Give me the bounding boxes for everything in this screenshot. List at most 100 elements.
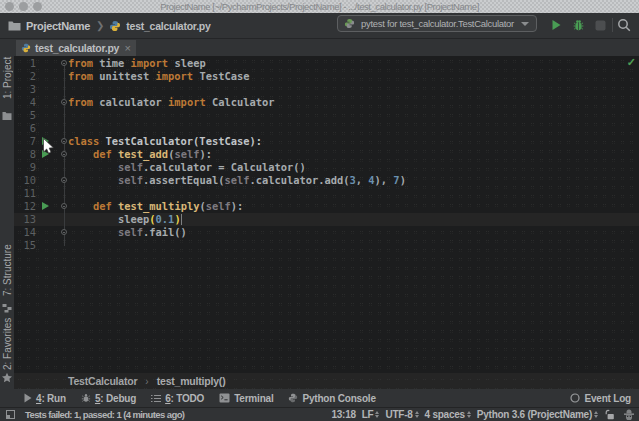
toolwindow-toggle-icon[interactable] [6,410,15,419]
run-test-icon-line-12[interactable] [42,202,49,210]
code-line-1: from time import sleep [68,57,406,70]
code-line-11 [68,187,406,200]
debug-toolwindow-icon [81,393,91,403]
line-number-8: 8 [14,148,36,161]
code-line-3 [68,83,406,96]
fold-marker-line-8[interactable] [61,151,67,157]
toolwindow-event-log[interactable]: Event Log [570,389,631,407]
bottom-toolwindow-bar: 4: Run 5: Debug 6: TODO Terminal Python … [0,389,639,407]
line-number-11: 11 [14,187,36,200]
breadcrumb-project[interactable]: ProjectName [26,20,90,32]
status-time: 13:18 [331,409,355,420]
fold-marker-line-10[interactable] [61,177,67,183]
line-number-1: 1 [14,57,36,70]
navigation-bar: ProjectName ❯ test_calculator.py [8,13,211,38]
python-file-icon [21,43,31,53]
fold-marker-line-4[interactable] [61,99,67,105]
code-area: from time import sleepfrom unittest impo… [68,57,406,252]
pytest-icon [344,18,355,29]
code-line-8: def test_add(self): [68,148,406,161]
favorites-star-icon[interactable] [1,372,13,384]
breadcrumb-method[interactable]: test_multiply() [157,375,226,387]
fold-marker-line-1[interactable] [61,60,67,66]
line-number-12: 12 [14,200,36,213]
updown-arrows-icon [415,411,419,418]
status-encoding[interactable]: UTF-8 [385,409,418,420]
breadcrumb-chevron-icon: › [145,376,148,387]
line-number-10: 10 [14,174,36,187]
inspection-ok-icon: ✓ [627,56,636,69]
status-interpreter[interactable]: Python 3.6 (ProjectName) [477,409,598,420]
code-line-9: self.calculator = Calculator() [68,161,406,174]
folder-icon [8,20,21,31]
tab-label: test_calculator.py [35,42,125,54]
breadcrumbs-bar: TestCalculator › test_multiply() [14,373,639,389]
tab-test-calculator[interactable]: test_calculator.py × [16,40,136,56]
run-toolwindow-icon [24,393,32,403]
status-line-ending[interactable]: LF [362,409,380,420]
left-toolwindow-stripe: 1: Project 7: Structure 2: Favorites [0,39,14,389]
toolwindow-structure[interactable]: 7: Structure [0,239,14,301]
tab-close-icon[interactable]: × [125,43,131,53]
breadcrumb-file[interactable]: test_calculator.py [126,20,210,32]
text-caret [181,214,182,225]
mouse-cursor [43,138,54,154]
line-number-2: 2 [14,70,36,83]
stop-button[interactable] [592,17,608,33]
todo-toolwindow-icon [151,394,161,403]
run-configuration-select[interactable]: pytest for test_calculator.TestCalculato… [337,15,537,32]
toolwindow-favorites[interactable]: 2: Favorites [0,317,14,371]
fold-marker-line-7[interactable] [61,138,67,144]
project-toolwindow-icon[interactable] [2,111,12,121]
python-file-icon [109,20,121,32]
line-number-3: 3 [14,83,36,96]
event-log-icon [570,393,580,403]
code-editor[interactable]: 123456789101112131415 from time import s… [14,56,639,373]
line-number-15: 15 [14,239,36,252]
inspection-profile-icon[interactable] [623,409,635,420]
status-indent[interactable]: 4 spaces [425,409,471,420]
toolwindow-python-console[interactable]: Python Console [288,393,375,404]
breadcrumb-class[interactable]: TestCalculator [68,375,137,387]
updown-arrows-icon [467,411,471,418]
toolwindow-run[interactable]: 4: Run [24,393,66,404]
main-toolbar: ProjectName ❯ test_calculator.py pytest … [0,13,639,39]
toolwindow-debug[interactable]: 5: Debug [81,393,136,404]
fold-marker-line-12[interactable] [61,203,67,209]
toolwindow-project[interactable]: 1: Project [0,47,14,109]
run-button[interactable] [548,17,564,33]
editor-tabbar: test_calculator.py × [14,39,639,56]
combo-dropdown-arrow-icon [521,22,529,26]
code-line-12: def test_multiply(self): [68,200,406,213]
code-line-4: from calculator import Calculator [68,96,406,109]
line-number-13: 13 [14,213,36,226]
code-line-15 [68,239,406,252]
window-title: ProjectName [~/PycharmProjects/ProjectNa… [0,0,639,13]
breadcrumb-separator-icon: ❯ [96,20,104,31]
search-everywhere-icon[interactable] [616,17,632,33]
code-line-6 [68,122,406,135]
fold-marker-line-14[interactable] [61,229,67,235]
line-number-6: 6 [14,122,36,135]
line-number-4: 4 [14,96,36,109]
structure-toolwindow-icon[interactable] [2,303,12,313]
toolwindow-todo[interactable]: 6: TODO [151,393,204,404]
updown-arrows-icon [375,411,379,418]
toolwindow-terminal[interactable]: Terminal [219,393,273,404]
code-line-2: from unittest import TestCase [68,70,406,83]
lock-icon[interactable] [604,409,615,420]
pycharm-window: ProjectName [~/PycharmProjects/ProjectNa… [0,0,639,421]
window-titlebar: ProjectName [~/PycharmProjects/ProjectNa… [0,0,639,13]
status-bar: Tests failed: 1, passed: 1 (4 minutes ag… [0,407,639,421]
code-line-10: self.assertEqual(self.calculator.add(3, … [68,174,406,187]
terminal-toolwindow-icon [219,393,230,403]
python-console-icon [288,393,298,403]
debug-button[interactable] [570,17,586,33]
line-number-14: 14 [14,226,36,239]
status-right-widgets: 13:18 LF UTF-8 4 spaces Python 3.6 (Proj… [325,408,635,421]
code-line-5 [68,109,406,122]
status-message[interactable]: Tests failed: 1, passed: 1 (4 minutes ag… [25,409,184,420]
toolbar-separator [612,18,613,32]
run-configuration-label: pytest for test_calculator.TestCalculato… [361,18,521,29]
line-number-7: 7 [14,135,36,148]
